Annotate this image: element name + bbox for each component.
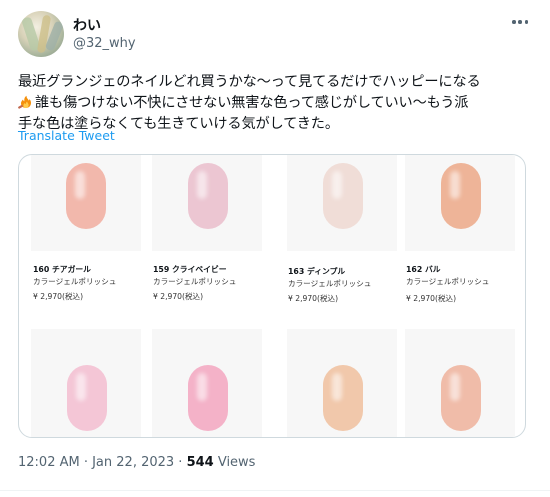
tweet-line-1: 最近グランジェのネイルどれ買うかな〜って見てるだけでハッピーになる xyxy=(18,74,481,90)
tweet-timestamp[interactable]: 12:02 AM · Jan 22, 2023 · xyxy=(18,455,187,470)
tweet-line-2: 誰も傷つけない不快にさせない無害な色って感じがしていい〜もう派 xyxy=(35,95,469,111)
product-name: 159 クライベイビー xyxy=(153,265,227,274)
product-price: ¥ 2,970(税込) xyxy=(153,292,204,301)
nail-swatch xyxy=(441,365,481,431)
views-label: Views xyxy=(213,455,256,470)
nail-swatch-163 xyxy=(323,163,363,229)
author-name[interactable]: わい xyxy=(73,15,101,35)
tweet-text: 最近グランジェのネイルどれ買うかな〜って見てるだけでハッピーになる 誰も傷つけな… xyxy=(18,72,538,135)
product-card[interactable]: 160 チアガール カラージェルポリッシュ ¥ 2,970(税込) xyxy=(19,155,146,320)
avatar[interactable] xyxy=(18,11,64,57)
media-divider xyxy=(272,155,275,437)
nail-swatch xyxy=(67,365,107,431)
more-options-icon[interactable] xyxy=(508,14,532,30)
media-grid[interactable]: 160 チアガール カラージェルポリッシュ ¥ 2,970(税込) 159 クラ… xyxy=(18,154,526,438)
nail-swatch xyxy=(323,365,363,431)
nail-swatch-162 xyxy=(441,163,481,229)
divider xyxy=(0,490,550,491)
nail-swatch xyxy=(188,365,228,431)
product-price: ¥ 2,970(税込) xyxy=(288,294,339,303)
product-card[interactable] xyxy=(275,323,401,437)
product-card[interactable] xyxy=(19,323,146,437)
product-name: 162 バル xyxy=(406,265,441,274)
author-handle[interactable]: @32_why xyxy=(73,36,136,51)
product-card[interactable]: 163 ディンプル カラージェルポリッシュ ¥ 2,970(税込) xyxy=(275,155,401,320)
product-price: ¥ 2,970(税込) xyxy=(33,292,84,301)
tweet-meta: 12:02 AM · Jan 22, 2023 · 544 Views xyxy=(18,455,255,470)
views-count: 544 xyxy=(186,455,214,470)
product-card[interactable]: 162 バル カラージェルポリッシュ ¥ 2,970(税込) xyxy=(401,155,525,320)
product-card[interactable] xyxy=(146,323,272,437)
product-name: 163 ディンプル xyxy=(288,267,346,276)
fire-icon xyxy=(18,95,31,109)
media-divider xyxy=(19,320,525,323)
product-type: カラージェルポリッシュ xyxy=(288,279,372,288)
translate-tweet-link[interactable]: Translate Tweet xyxy=(18,128,115,143)
product-type: カラージェルポリッシュ xyxy=(33,277,117,286)
nail-swatch-160 xyxy=(66,163,106,229)
product-type: カラージェルポリッシュ xyxy=(406,277,490,286)
product-name: 160 チアガール xyxy=(33,265,91,274)
nail-swatch-159 xyxy=(188,163,228,229)
product-price: ¥ 2,970(税込) xyxy=(406,294,457,303)
product-card[interactable] xyxy=(401,323,525,437)
product-type: カラージェルポリッシュ xyxy=(153,277,237,286)
product-card[interactable]: 159 クライベイビー カラージェルポリッシュ ¥ 2,970(税込) xyxy=(146,155,272,320)
